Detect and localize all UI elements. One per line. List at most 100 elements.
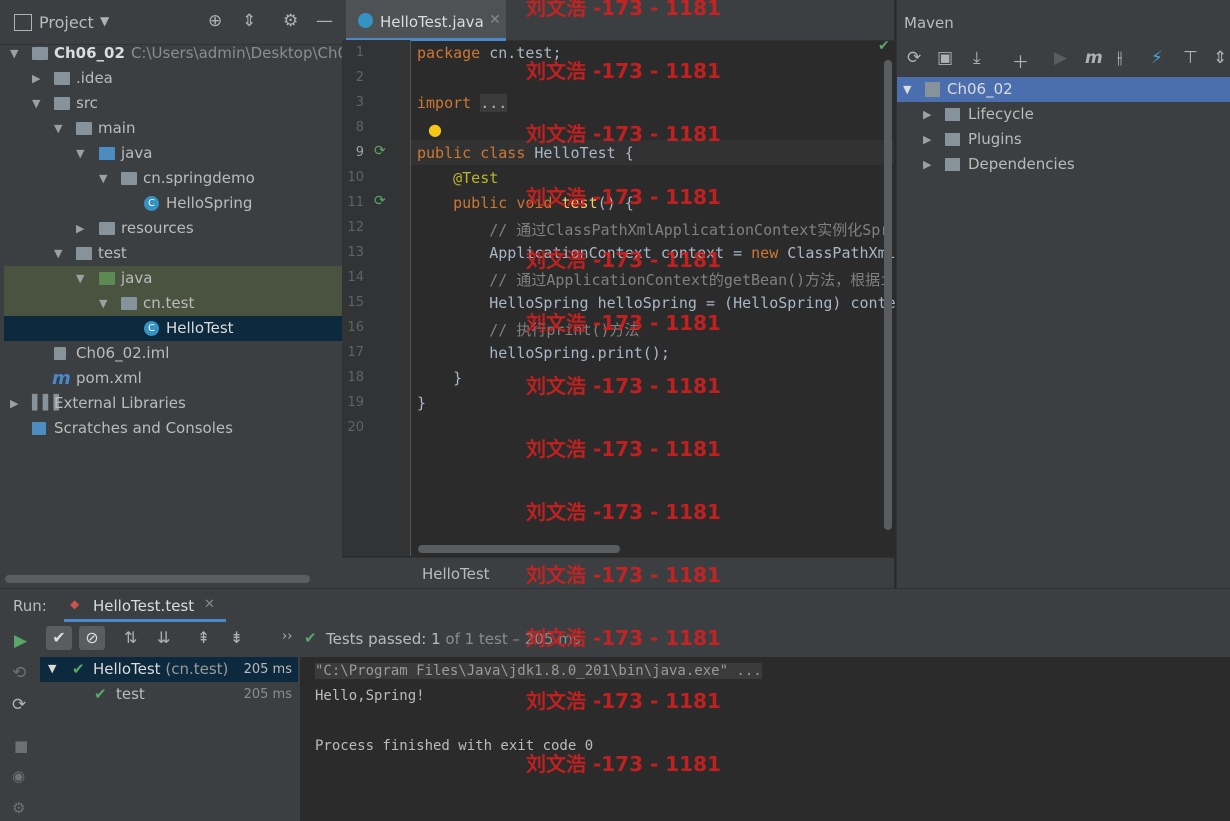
show-passed-icon[interactable]: ✔ — [46, 626, 72, 650]
collapse-all-icon[interactable]: ⇕ — [242, 11, 256, 31]
tree-item-hellotest[interactable]: C HelloTest — [4, 316, 342, 341]
folder-icon — [76, 122, 92, 135]
tree-item-cn-test[interactable]: ▼ cn.test — [4, 291, 342, 316]
console-output[interactable]: "C:\Program Files\Java\jdk1.8.0_201\bin\… — [300, 657, 1230, 821]
close-icon[interactable]: ✕ — [489, 12, 501, 28]
tree-item-ch06_02[interactable]: ▼ Ch06_02 C:\Users\admin\Desktop\Ch06 — [4, 41, 342, 66]
maven-goal-icon[interactable]: m — [1085, 48, 1103, 68]
stop-icon[interactable]: ■ — [14, 737, 28, 755]
tree-item-scratches[interactable]: Scratches and Consoles — [4, 416, 342, 441]
camera-icon[interactable]: ◉ — [12, 767, 25, 785]
settings-icon[interactable]: ⚙ — [12, 799, 25, 817]
tree-item-main[interactable]: ▼ main — [4, 116, 342, 141]
tree-item-pom[interactable]: m pom.xml — [4, 366, 342, 391]
test-tree-row[interactable]: ▼ ✔ HelloTest (cn.test) 205 ms — [40, 657, 298, 682]
line-number: 8 — [355, 120, 364, 135]
tree-item-test[interactable]: ▼ test — [4, 241, 342, 266]
tree-item-main-java[interactable]: ▼ java — [4, 141, 342, 166]
show-dependencies-icon[interactable]: ⊤ — [1183, 48, 1198, 68]
more-icon[interactable]: ›› — [282, 629, 292, 644]
chevron-down-icon[interactable]: ▼ — [32, 91, 40, 116]
chevron-down-icon[interactable]: ▼ — [48, 662, 56, 675]
tree-item-hellospring[interactable]: C HelloSpring — [4, 191, 342, 216]
collapse-all-icon[interactable]: ⇟ — [230, 628, 243, 647]
code-line[interactable]: // 通过ClassPathXmlApplicationContext实例化Sp… — [417, 219, 889, 240]
test-duration: 205 ms — [243, 687, 292, 702]
project-title[interactable]: Project — [39, 13, 94, 32]
chevron-down-icon[interactable]: ▼ — [76, 141, 84, 166]
chevron-down-icon[interactable]: ▼ — [99, 291, 107, 316]
tree-item-resources[interactable]: ▶ resources — [4, 216, 342, 241]
collapse-all-icon[interactable]: ⇕ — [1213, 48, 1227, 68]
lightbulb-icon[interactable]: ● — [428, 120, 442, 139]
tab-hellotest-java[interactable]: HelloTest.java ✕ — [346, 0, 506, 41]
code-line[interactable]: helloSpring.print(); — [417, 344, 670, 362]
tree-label: resources — [121, 219, 194, 237]
code-line[interactable]: @Test — [417, 169, 498, 187]
tree-item-idea[interactable]: ▶ .idea — [4, 66, 342, 91]
tab-hellotest-test[interactable]: ◆ HelloTest.test ✕ — [64, 589, 226, 622]
status-count: 1 — [431, 630, 441, 648]
download-icon[interactable]: ⤓ — [973, 48, 981, 68]
add-icon[interactable]: ＋ — [1012, 48, 1029, 73]
chevron-right-icon[interactable]: ▶ — [923, 127, 931, 152]
refresh-icon[interactable]: ⟳ — [907, 48, 921, 68]
folder-icon — [54, 72, 70, 85]
chevron-down-icon[interactable]: ▼ — [54, 241, 62, 266]
maven-root-item[interactable]: ▼ Ch06_02 — [897, 77, 1230, 102]
tree-item-src[interactable]: ▼ src — [4, 91, 342, 116]
code-line[interactable]: } — [417, 394, 426, 412]
generate-sources-icon[interactable]: ▣ — [937, 48, 953, 68]
chevron-right-icon[interactable]: ▶ — [32, 66, 40, 91]
maven-item-plugins[interactable]: ▶ Plugins — [897, 127, 1230, 152]
tree-label: cn.springdemo — [143, 169, 255, 187]
tree-item-external-libraries[interactable]: ▶ ▌▌▌ External Libraries — [4, 391, 342, 416]
expand-all-icon[interactable]: ⇞ — [197, 628, 210, 647]
chevron-down-icon[interactable]: ▼ — [99, 166, 107, 191]
chevron-down-icon[interactable]: ▼ — [903, 77, 911, 102]
sort-duration-icon[interactable]: ⇊ — [157, 628, 170, 647]
horizontal-scrollbar[interactable] — [5, 575, 310, 583]
close-icon[interactable]: ✕ — [204, 597, 215, 612]
test-tree-row[interactable]: ✔ test 205 ms — [40, 682, 298, 707]
hide-icon[interactable]: — — [316, 11, 333, 31]
run-icon[interactable]: ▶ — [1054, 48, 1067, 68]
horizontal-scrollbar[interactable] — [418, 545, 620, 553]
rerun-icon[interactable]: ▶ — [14, 631, 27, 651]
code-line[interactable]: // 执行print()方法 — [417, 319, 639, 340]
toggle-autotest-icon[interactable]: ⟳ — [12, 695, 26, 715]
chevron-down-icon[interactable]: ▼ — [100, 14, 109, 28]
code-line[interactable]: package cn.test; — [417, 44, 562, 62]
toggle-offline-icon[interactable]: ⫲ — [1117, 48, 1123, 68]
chevron-right-icon[interactable]: ▶ — [76, 216, 84, 241]
code-line[interactable]: ApplicationContext context = new ClassPa… — [417, 244, 895, 262]
chevron-right-icon[interactable]: ▶ — [923, 102, 931, 127]
run-test-icon[interactable]: ⟳ — [374, 143, 386, 159]
code-line[interactable]: public class HelloTest { — [417, 144, 634, 162]
chevron-down-icon[interactable]: ▼ — [54, 116, 62, 141]
tree-item-test-java[interactable]: ▼ java — [4, 266, 342, 291]
maven-item-lifecycle[interactable]: ▶ Lifecycle — [897, 102, 1230, 127]
code-line[interactable]: } — [417, 369, 462, 387]
code-line[interactable]: HelloSpring helloSpring = (HelloSpring) … — [417, 294, 895, 312]
tree-item-cn-springdemo[interactable]: ▼ cn.springdemo — [4, 166, 342, 191]
code-line[interactable]: import ... — [417, 94, 508, 112]
maven-item-dependencies[interactable]: ▶ Dependencies — [897, 152, 1230, 177]
gear-icon[interactable]: ⚙ — [283, 11, 298, 31]
project-icon — [14, 14, 32, 31]
skip-tests-icon[interactable]: ⚡ — [1151, 48, 1163, 68]
code-line[interactable]: // 通过ApplicationContext的getBean()方法，根据i — [417, 269, 889, 290]
vertical-scrollbar[interactable] — [884, 60, 892, 530]
breadcrumb-item[interactable]: HelloTest — [422, 565, 490, 583]
chevron-right-icon[interactable]: ▶ — [923, 152, 931, 177]
rerun-failed-icon[interactable]: ⟲ — [12, 663, 26, 683]
chevron-down-icon[interactable]: ▼ — [10, 41, 18, 66]
code-line[interactable]: public void test() { — [417, 194, 634, 212]
chevron-right-icon[interactable]: ▶ — [10, 391, 18, 416]
locate-icon[interactable]: ⊕ — [208, 11, 222, 31]
tree-item-iml[interactable]: Ch06_02.iml — [4, 341, 342, 366]
run-test-icon[interactable]: ⟳ — [374, 193, 386, 209]
sort-alpha-icon[interactable]: ⇅ — [124, 628, 137, 647]
chevron-down-icon[interactable]: ▼ — [76, 266, 84, 291]
show-ignored-icon[interactable]: ⊘ — [79, 626, 105, 650]
